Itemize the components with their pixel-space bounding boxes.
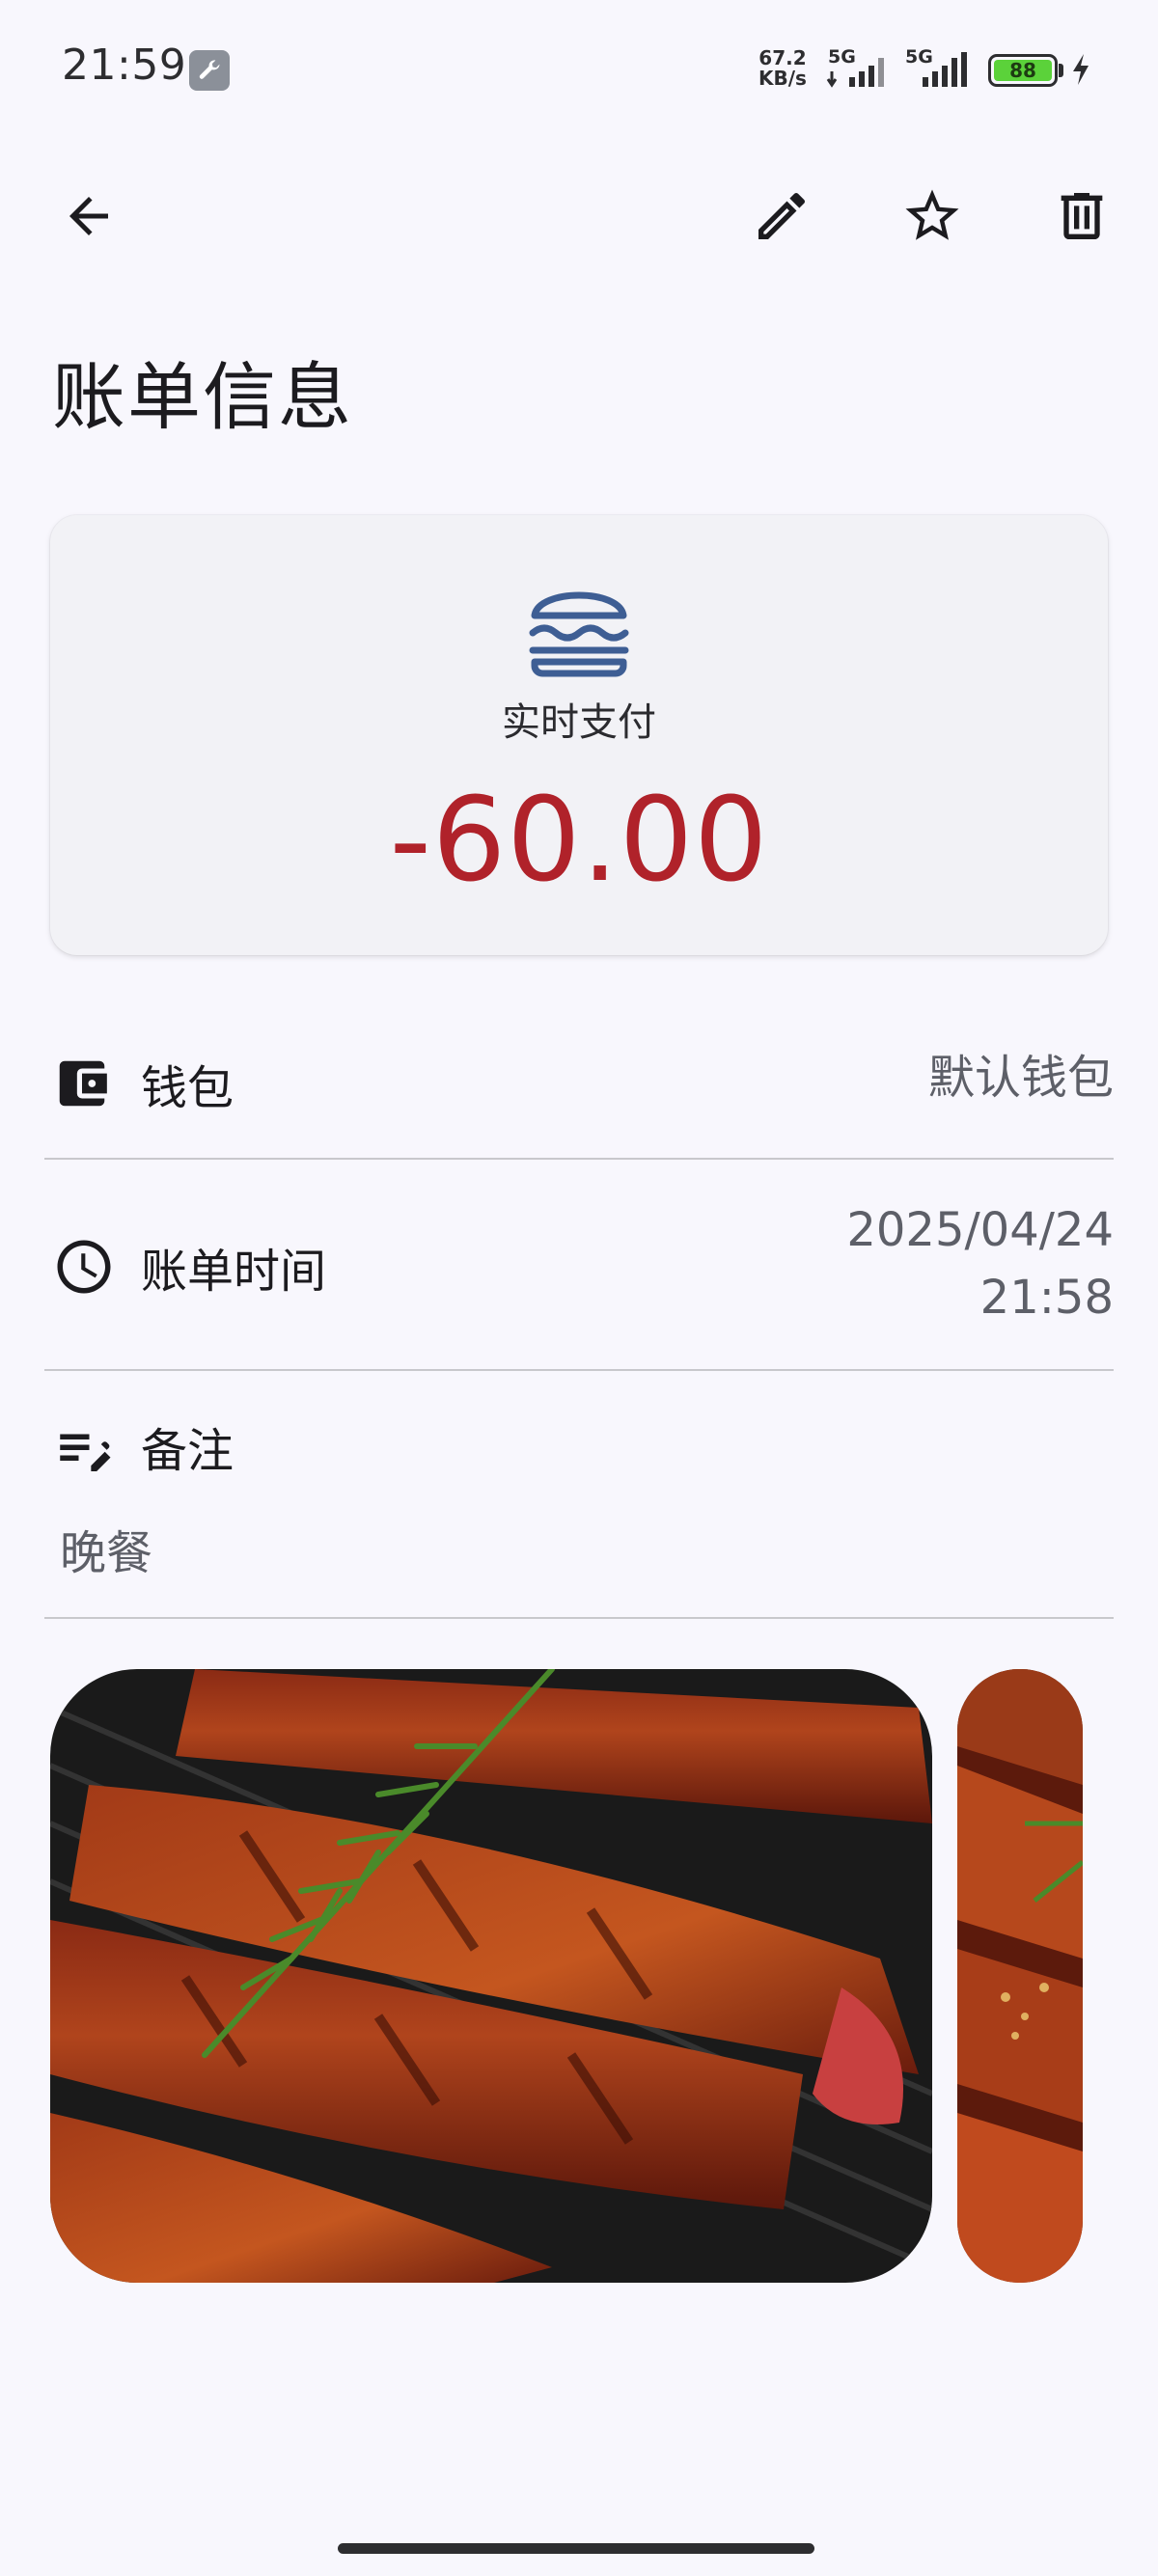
- notes-edit-icon: [52, 1418, 116, 1486]
- note-row[interactable]: 备注: [44, 1409, 1114, 1486]
- wallet-value: 默认钱包: [927, 1051, 1114, 1105]
- divider: [44, 1369, 1114, 1371]
- wallet-icon: [52, 1054, 112, 1117]
- divider: [44, 1158, 1114, 1160]
- arrow-back-icon: [69, 197, 108, 235]
- trash-icon: [1061, 193, 1103, 239]
- note-text: 晚餐: [60, 1526, 153, 1580]
- amount-card: 实时支付 -60.00: [50, 515, 1108, 955]
- wallet-label: 钱包: [141, 1061, 234, 1115]
- status-time: 21:59: [62, 41, 187, 90]
- bill-time-value: 2025/04/24 21:58: [846, 1196, 1114, 1331]
- charging-icon: [1069, 52, 1092, 91]
- delete-button[interactable]: [1043, 178, 1120, 255]
- pencil-icon: [758, 192, 806, 239]
- status-bar: 21:59 67.2 KB/s 5G 5G 88: [0, 0, 1158, 135]
- bill-clock-time: 21:58: [979, 1271, 1114, 1325]
- battery-level: 88: [1009, 59, 1036, 82]
- bill-time-row[interactable]: 账单时间 2025/04/24 21:58: [44, 1196, 1114, 1331]
- hamburger-icon: [527, 583, 631, 683]
- divider: [44, 1617, 1114, 1619]
- network-speed: 67.2 KB/s: [758, 46, 807, 90]
- favorite-button[interactable]: [894, 178, 971, 255]
- note-label: 备注: [141, 1424, 234, 1478]
- battery-icon: 88: [988, 54, 1058, 87]
- category-label: 实时支付: [502, 700, 656, 745]
- bill-date: 2025/04/24: [846, 1203, 1114, 1257]
- page-title: 账单信息: [52, 354, 353, 440]
- wallet-row[interactable]: 钱包 默认钱包: [44, 1042, 1114, 1119]
- home-indicator[interactable]: [338, 2543, 814, 2554]
- bill-time-label: 账单时间: [141, 1245, 327, 1299]
- back-button[interactable]: [50, 178, 127, 255]
- battery-cap: [1059, 64, 1063, 77]
- edit-button[interactable]: [743, 178, 820, 255]
- star-outline-icon: [905, 189, 959, 240]
- wrench-icon: [189, 50, 230, 91]
- clock-icon: [52, 1235, 116, 1302]
- grilled-steak-photo-2[interactable]: [957, 1669, 1083, 2283]
- amount-value: -60.00: [389, 774, 769, 908]
- grilled-steak-photo[interactable]: [50, 1669, 932, 2283]
